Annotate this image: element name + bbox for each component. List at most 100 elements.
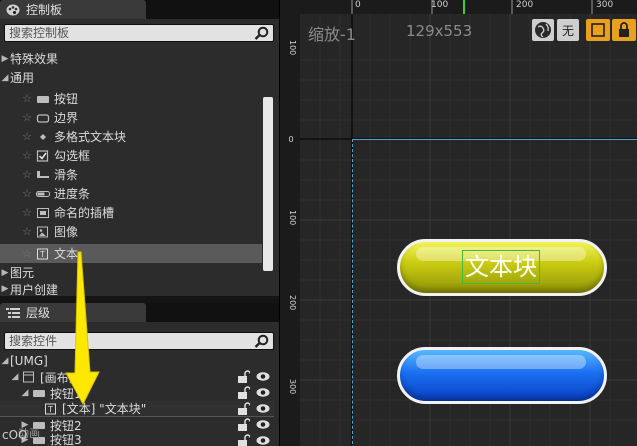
tab-hierarchy[interactable]: 层级 bbox=[0, 303, 146, 322]
horizontal-ruler: 0 100 200 300 bbox=[280, 0, 637, 14]
palette-item-image[interactable]: ☆ 图像 bbox=[0, 222, 262, 241]
palette-item-named-slot[interactable]: ☆ 命名的插槽 bbox=[0, 203, 262, 222]
eye-icon[interactable] bbox=[256, 402, 270, 415]
ruler-label-text: 0 bbox=[288, 135, 294, 144]
palette-icon bbox=[6, 4, 20, 16]
collapse-arrow-icon[interactable]: ◢ bbox=[20, 388, 30, 398]
eye-icon[interactable] bbox=[256, 434, 270, 446]
button2-widget[interactable] bbox=[397, 347, 607, 404]
expand-arrow-icon[interactable]: ▶ bbox=[0, 54, 10, 64]
border-icon bbox=[36, 112, 50, 124]
eye-icon[interactable] bbox=[256, 386, 270, 399]
row-actions bbox=[236, 370, 270, 383]
star-icon[interactable]: ☆ bbox=[20, 111, 34, 124]
palette-item-border[interactable]: ☆ 边界 bbox=[0, 108, 262, 127]
star-icon[interactable]: ☆ bbox=[20, 247, 34, 260]
palette-search-input[interactable] bbox=[5, 25, 245, 41]
lock-icon bbox=[619, 22, 629, 37]
progress-bar-icon bbox=[36, 188, 50, 200]
text-block-widget[interactable]: 文本块 bbox=[462, 250, 540, 284]
palette-search[interactable] bbox=[4, 24, 274, 42]
star-icon[interactable]: ☆ bbox=[20, 187, 34, 200]
hierarchy-root[interactable]: ◢ [UMG] bbox=[0, 353, 274, 369]
ruler-label: 200 bbox=[288, 295, 297, 312]
category-primitive[interactable]: ▶ 图元 bbox=[0, 263, 262, 282]
palette-panel: ▶ 特殊效果 ◢ 通用 ☆ 按钮 ☆ 边界 ☆ 多格式文本块 ☆ 勾选框 ☆ bbox=[0, 19, 279, 296]
star-icon[interactable]: ☆ bbox=[20, 225, 34, 238]
lock-toggle-button[interactable] bbox=[612, 19, 636, 41]
palette-item-label: 命名的插槽 bbox=[54, 206, 115, 220]
star-icon[interactable]: ☆ bbox=[20, 206, 34, 219]
canvas-panel-icon bbox=[22, 371, 36, 383]
collapse-arrow-icon[interactable]: ◢ bbox=[0, 356, 10, 366]
tab-palette[interactable]: 控制板 bbox=[0, 0, 146, 19]
none-label: 无 bbox=[561, 23, 574, 38]
hierarchy-row-button1[interactable]: ◢ 按钮1 bbox=[0, 385, 274, 401]
hierarchy-row-label: [画布面 bbox=[40, 370, 81, 385]
expand-arrow-icon[interactable]: ▶ bbox=[0, 268, 10, 278]
palette-scrollbar[interactable] bbox=[263, 97, 273, 271]
hierarchy-search[interactable] bbox=[4, 332, 274, 350]
ruler-label-text: 100 bbox=[288, 210, 297, 226]
unlock-icon[interactable] bbox=[236, 386, 251, 399]
expand-arrow-icon[interactable]: ▶ bbox=[0, 284, 10, 294]
palette-item-progress-bar[interactable]: ☆ 进度条 bbox=[0, 184, 262, 203]
search-icon[interactable] bbox=[254, 334, 270, 348]
palette-item-button[interactable]: ☆ 按钮 bbox=[0, 89, 262, 108]
designer-viewport[interactable]: 0 100 200 300 100 0 100 200 300 缩放-1 129… bbox=[280, 0, 637, 446]
hierarchy-row-button2[interactable]: ▶ 按钮2 bbox=[0, 417, 274, 433]
palette-item-label: 多格式文本块 bbox=[54, 130, 127, 144]
collapse-arrow-icon[interactable]: ◢ bbox=[10, 372, 20, 382]
category-special-effects[interactable]: ▶ 特殊效果 bbox=[0, 49, 262, 68]
hierarchy-row-canvas[interactable]: ◢ [画布面 bbox=[0, 369, 274, 385]
unlock-icon[interactable] bbox=[236, 434, 251, 446]
ruler-label: 100 bbox=[288, 40, 297, 57]
ruler-label: 100 bbox=[288, 210, 297, 227]
svg-text:T: T bbox=[47, 405, 53, 414]
ruler-label: 0 bbox=[355, 0, 361, 10]
star-icon[interactable]: ☆ bbox=[20, 149, 34, 162]
eye-icon[interactable] bbox=[256, 418, 270, 431]
ruler-label: 300 bbox=[288, 379, 297, 396]
unlock-icon[interactable] bbox=[236, 370, 251, 383]
hierarchy-search-input[interactable] bbox=[5, 333, 245, 349]
none-dropdown[interactable]: 无 bbox=[557, 19, 579, 41]
snap-toggle-button[interactable] bbox=[586, 19, 610, 41]
palette-item-slider[interactable]: ☆ 滑条 bbox=[0, 165, 262, 184]
hierarchy-root-label: [UMG] bbox=[10, 354, 48, 368]
resolution-label: 129x553 bbox=[406, 22, 473, 40]
unlock-icon[interactable] bbox=[236, 402, 251, 415]
slider-icon bbox=[36, 169, 50, 181]
collapse-arrow-icon[interactable]: ◢ bbox=[0, 73, 10, 83]
button1-widget[interactable]: 文本块 bbox=[397, 239, 607, 296]
rich-text-icon bbox=[36, 131, 50, 143]
eye-icon[interactable] bbox=[256, 370, 270, 383]
category-user-created[interactable]: ▶ 用户创建 bbox=[0, 282, 262, 297]
left-column: 控制板 ▶ 特殊效果 ◢ 通用 ☆ 按钮 ☆ 边界 ☆ bbox=[0, 0, 279, 446]
hierarchy-row-label: [文本] "文本块" bbox=[62, 402, 147, 416]
palette-item-label: 进度条 bbox=[54, 187, 91, 201]
star-icon[interactable]: ☆ bbox=[20, 130, 34, 143]
search-icon[interactable] bbox=[254, 26, 270, 40]
hierarchy-row-button3[interactable]: ▶ 按钮3 bbox=[0, 433, 274, 446]
star-icon[interactable]: ☆ bbox=[20, 92, 34, 105]
category-label: 通用 bbox=[10, 71, 35, 85]
hierarchy-row-label: 按钮2 bbox=[50, 418, 82, 433]
row-actions bbox=[236, 418, 270, 431]
category-common[interactable]: ◢ 通用 bbox=[0, 68, 262, 87]
watermark: cOO bbox=[2, 428, 28, 442]
hierarchy-row-label: 按钮3 bbox=[50, 433, 82, 446]
hierarchy-row-text[interactable]: T [文本] "文本块" bbox=[0, 401, 274, 417]
palette-item-label: 图像 bbox=[54, 225, 79, 239]
ruler-label: 300 bbox=[596, 0, 614, 10]
ruler-label: 100 bbox=[431, 0, 449, 10]
palette-item-checkbox[interactable]: ☆ 勾选框 bbox=[0, 146, 262, 165]
text-icon: T bbox=[44, 403, 58, 415]
unlock-icon[interactable] bbox=[236, 418, 251, 431]
ruler-label: 0 bbox=[288, 135, 294, 144]
star-icon[interactable]: ☆ bbox=[20, 168, 34, 181]
globe-button[interactable] bbox=[532, 19, 554, 41]
palette-item-text[interactable]: ☆ T 文本 bbox=[0, 244, 262, 263]
checkbox-icon bbox=[36, 149, 50, 162]
palette-item-rich-text[interactable]: ☆ 多格式文本块 bbox=[0, 127, 262, 146]
